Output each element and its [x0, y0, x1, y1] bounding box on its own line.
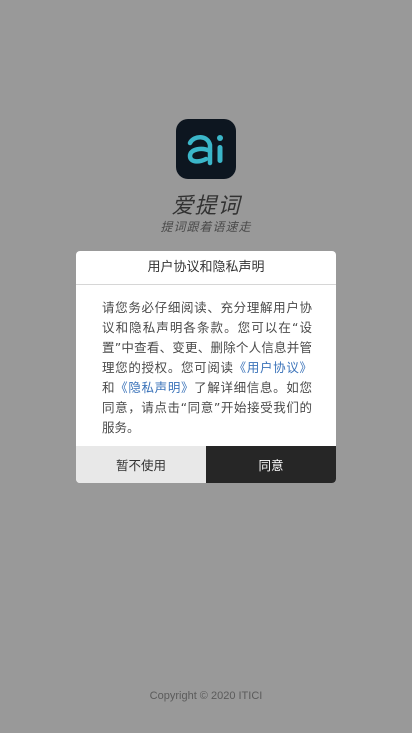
- user-agreement-link[interactable]: 《用户协议》: [234, 360, 312, 375]
- privacy-dialog: 用户协议和隐私声明 请您务必仔细阅读、充分理解用户协议和隐私声明各条款。您可以在…: [76, 251, 336, 483]
- app-name: 爱提词: [171, 194, 241, 219]
- dialog-buttons: 暂不使用 同意: [76, 446, 336, 483]
- app-tagline: 提词跟着语速走: [160, 220, 252, 234]
- dialog-body-and: 和: [102, 380, 116, 395]
- not-now-button[interactable]: 暂不使用: [76, 446, 206, 483]
- ai-logo-icon: [187, 135, 223, 166]
- agree-button[interactable]: 同意: [206, 446, 336, 483]
- copyright-text: Copyright © 2020 ITICI: [149, 690, 263, 702]
- privacy-statement-link[interactable]: 《隐私声明》: [115, 380, 194, 395]
- app-logo-icon: [176, 119, 236, 179]
- dialog-body: 请您务必仔细阅读、充分理解用户协议和隐私声明各条款。您可以在“设置”中查看、变更…: [76, 285, 336, 447]
- dialog-title: 用户协议和隐私声明: [76, 251, 336, 285]
